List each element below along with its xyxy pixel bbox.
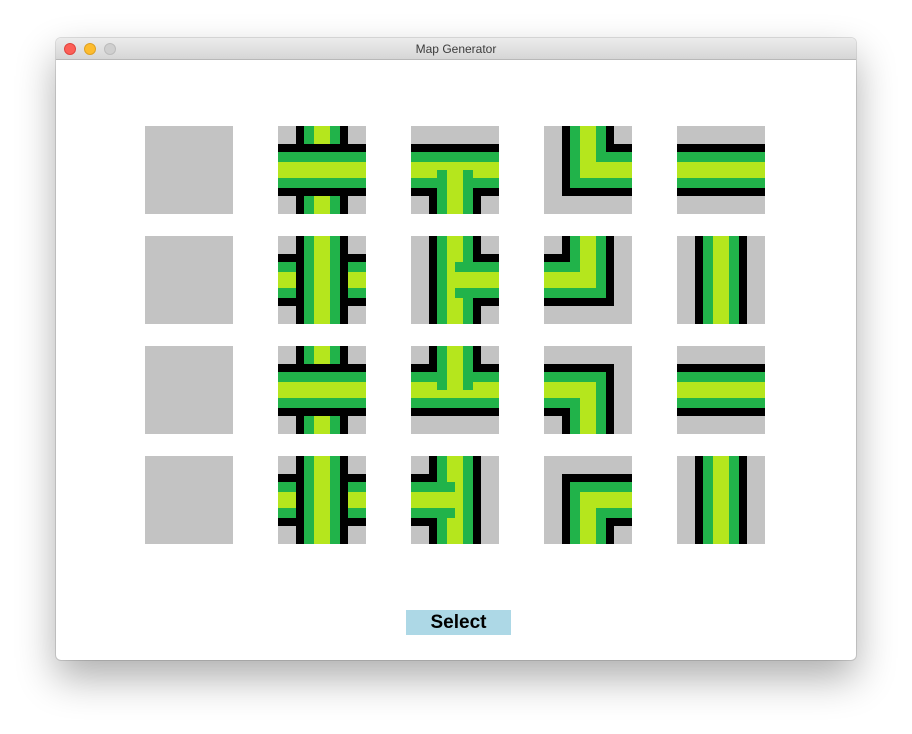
tile-r3-c3[interactable] <box>411 346 499 434</box>
corner-icon <box>562 474 632 544</box>
tile-r1-c5[interactable] <box>677 126 765 214</box>
crossroad-icon <box>278 236 366 324</box>
straight-road-horizontal-icon <box>677 144 765 196</box>
tile-r1-c2[interactable] <box>278 126 366 214</box>
window-title: Map Generator <box>415 42 497 56</box>
t-junction-icon <box>429 236 499 324</box>
tile-r2-c3[interactable] <box>411 236 499 324</box>
title-bar: Map Generator <box>56 38 856 60</box>
tile-r4-c5[interactable] <box>677 456 765 544</box>
map-generator-window: Map Generator Select <box>56 38 856 660</box>
tile-r3-c1[interactable] <box>145 346 233 434</box>
tile-r2-c2[interactable] <box>278 236 366 324</box>
tile-r4-c3[interactable] <box>411 456 499 544</box>
tile-r4-c4[interactable] <box>544 456 632 544</box>
tile-r2-c1[interactable] <box>145 236 233 324</box>
t-junction-icon <box>411 456 481 544</box>
t-junction-icon <box>411 346 499 416</box>
tile-r3-c2[interactable] <box>278 346 366 434</box>
tile-r3-c5[interactable] <box>677 346 765 434</box>
tile-r4-c2[interactable] <box>278 456 366 544</box>
crossroad-icon <box>278 456 366 544</box>
straight-road-vertical-icon <box>695 456 747 544</box>
crossroad-icon <box>278 126 366 214</box>
tile-r2-c5[interactable] <box>677 236 765 324</box>
tile-r1-c4[interactable] <box>544 126 632 214</box>
tile-r1-c1[interactable] <box>145 126 233 214</box>
tile-r2-c4[interactable] <box>544 236 632 324</box>
tile-r3-c4[interactable] <box>544 346 632 434</box>
straight-road-vertical-icon <box>695 236 747 324</box>
straight-road-horizontal-icon <box>677 364 765 416</box>
crossroad-icon <box>278 346 366 434</box>
select-button[interactable]: Select <box>406 610 511 635</box>
tile-r4-c1[interactable] <box>145 456 233 544</box>
corner-icon <box>562 126 632 196</box>
tile-r1-c3[interactable] <box>411 126 499 214</box>
t-junction-icon <box>411 144 499 214</box>
corner-icon <box>544 364 614 434</box>
corner-icon <box>544 236 614 306</box>
